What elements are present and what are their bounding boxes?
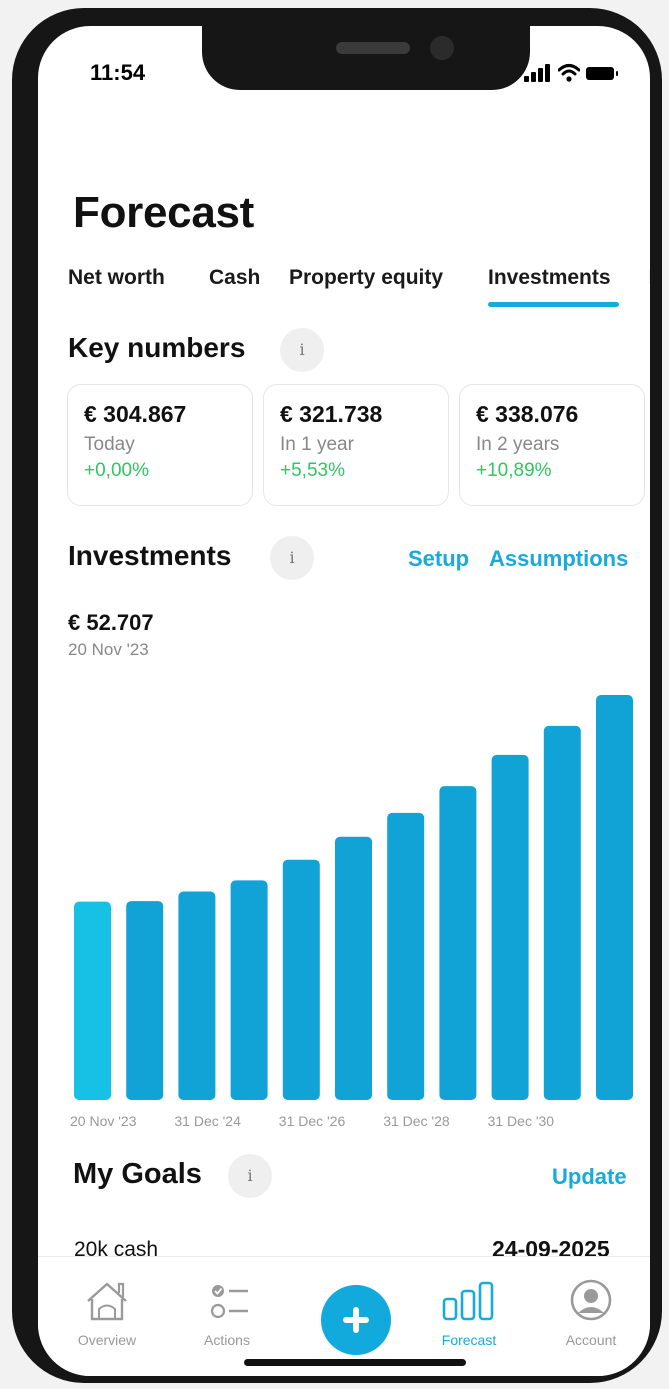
chart-bar[interactable]: [596, 695, 633, 1100]
key-numbers-heading: Key numbers: [68, 332, 246, 363]
chart-bar[interactable]: [439, 786, 477, 1100]
investments-heading: Investments: [68, 540, 232, 571]
chart-bar[interactable]: [126, 901, 164, 1100]
house-icon: [87, 1282, 127, 1321]
key-number-value: € 321.738: [280, 401, 383, 427]
tab-net-worth[interactable]: Net worth: [68, 258, 165, 298]
bar-chart-icon: [442, 1281, 494, 1321]
key-number-label: In 2 years: [476, 434, 560, 455]
chart-bar[interactable]: [282, 859, 320, 1100]
bottom-navigation: Overview Actions Forecast Account: [38, 1256, 650, 1376]
chart-bar[interactable]: [230, 880, 268, 1100]
investments-info-icon[interactable]: i: [270, 536, 314, 580]
camera: [430, 36, 454, 60]
user-circle-icon: [570, 1279, 612, 1321]
goals-heading: My Goals: [73, 1158, 202, 1190]
investments-bar-chart[interactable]: 20 Nov '23 31 Dec '24 31 Dec '26 31 Dec '28…: [64, 666, 638, 1126]
page-title: Forecast: [73, 188, 255, 237]
nav-label: Account: [565, 1332, 617, 1348]
selected-value: € 52.707: [68, 610, 154, 635]
setup-link[interactable]: Setup: [408, 546, 469, 572]
chart-bar[interactable]: [543, 725, 581, 1100]
nav-label: Forecast: [441, 1332, 497, 1348]
key-number-change: +5,53%: [280, 460, 345, 481]
key-number-label: In 1 year: [280, 434, 354, 455]
forecast-tabs: Net worth Cash Property equity Investmen…: [68, 258, 650, 298]
key-number-card[interactable]: € 321.738 In 1 year +5,53%: [263, 384, 449, 506]
key-number-change: +0,00%: [84, 460, 149, 481]
x-tick-label: 31 Dec '26: [279, 1113, 346, 1126]
chart-bar[interactable]: [387, 812, 425, 1100]
key-number-card[interactable]: € 304.867 Today +0,00%: [67, 384, 253, 506]
nav-account[interactable]: Account: [536, 1257, 646, 1357]
status-icons: [524, 62, 620, 86]
chart-bar[interactable]: [178, 891, 216, 1100]
key-numbers-info-icon[interactable]: i: [280, 328, 324, 372]
nav-actions[interactable]: Actions: [172, 1257, 282, 1357]
add-button[interactable]: [321, 1285, 391, 1355]
wifi-icon: [558, 64, 580, 82]
key-number-card[interactable]: € 338.076 In 2 years +10,89%: [459, 384, 645, 506]
x-tick-label: 20 Nov '23: [70, 1113, 137, 1126]
phone-frame: 11:54 Forecast Net worth Cash Property e…: [12, 8, 662, 1383]
nav-label: Overview: [77, 1332, 137, 1348]
nav-label: Actions: [204, 1332, 250, 1348]
speaker: [336, 42, 410, 54]
tab-overflow[interactable]: Lo: [648, 258, 650, 298]
nav-forecast[interactable]: Forecast: [414, 1257, 524, 1357]
goals-info-icon[interactable]: i: [228, 1154, 272, 1198]
key-number-label: Today: [84, 434, 135, 455]
active-tab-indicator: [488, 302, 619, 307]
key-number-change: +10,89%: [476, 460, 552, 481]
signal-icon: [524, 62, 554, 84]
x-tick-label: 31 Dec '28: [383, 1113, 450, 1126]
assumptions-link[interactable]: Assumptions: [489, 546, 628, 572]
battery-icon: [586, 67, 618, 80]
tab-investments[interactable]: Investments: [488, 258, 611, 298]
home-indicator: [244, 1359, 466, 1366]
notch: [202, 26, 530, 90]
chart-bar[interactable]: [74, 901, 111, 1100]
chart-bar[interactable]: [491, 754, 529, 1100]
update-goals-link[interactable]: Update: [552, 1164, 627, 1190]
checklist-icon: [210, 1285, 248, 1319]
app-screen: 11:54 Forecast Net worth Cash Property e…: [38, 26, 650, 1376]
chart-bar[interactable]: [335, 836, 372, 1100]
x-tick-label: 31 Dec '30: [488, 1113, 555, 1126]
tab-cash[interactable]: Cash: [209, 258, 260, 298]
tab-property-equity[interactable]: Property equity: [289, 258, 443, 298]
key-number-value: € 304.867: [84, 401, 187, 427]
selected-date: 20 Nov '23: [68, 640, 149, 659]
status-time: 11:54: [90, 60, 146, 85]
x-tick-label: 31 Dec '24: [174, 1113, 241, 1126]
nav-overview[interactable]: Overview: [52, 1257, 162, 1357]
key-number-value: € 338.076: [476, 401, 579, 427]
